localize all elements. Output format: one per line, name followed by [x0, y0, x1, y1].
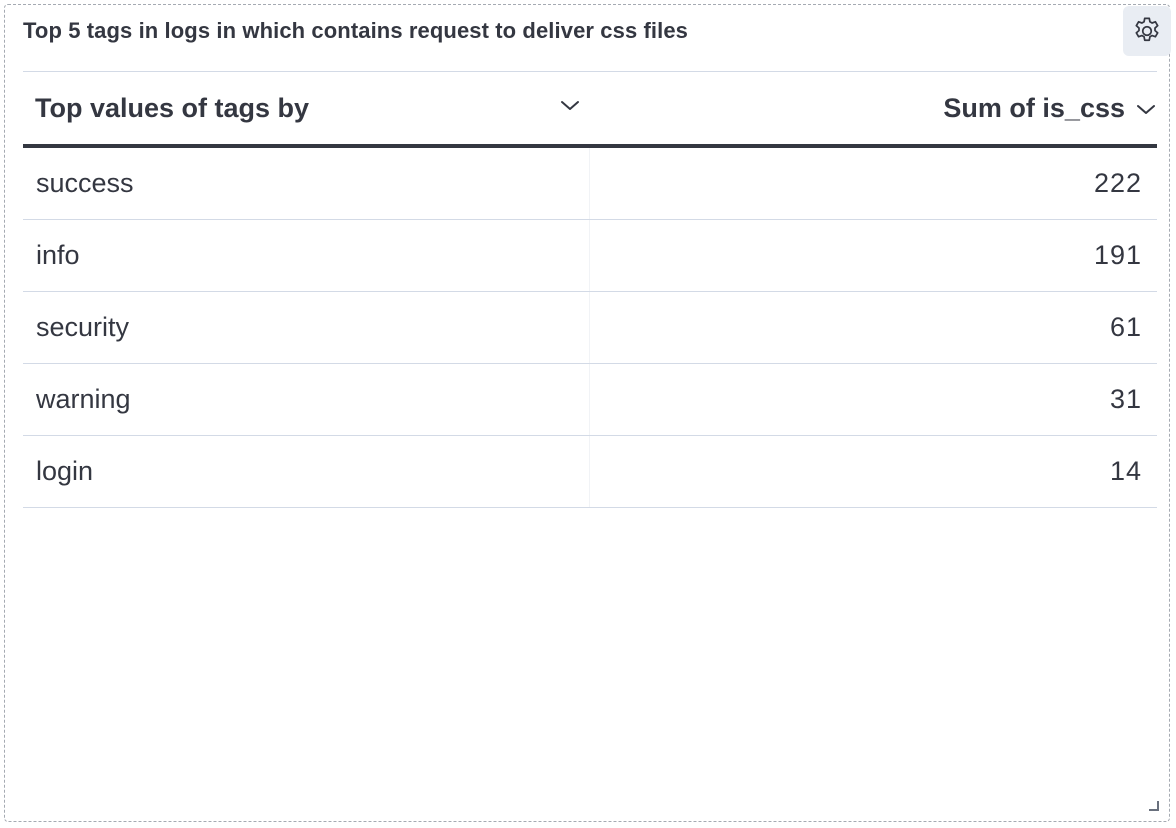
table-row: security 61 — [23, 292, 1157, 364]
column-header-sum-is-css[interactable]: Sum of is_css — [591, 72, 1157, 144]
data-table: Top values of tags by Sum of is_css succ… — [23, 71, 1157, 508]
panel-title: Top 5 tags in logs in which contains req… — [23, 18, 689, 43]
gear-icon — [1135, 17, 1159, 42]
sum-cell[interactable]: 14 — [1110, 436, 1142, 506]
sum-cell[interactable]: 222 — [1094, 148, 1142, 218]
column-divider — [589, 148, 590, 219]
column-divider — [589, 436, 590, 507]
column-divider — [589, 364, 590, 435]
table-row: success 222 — [23, 148, 1157, 220]
column-header-tags[interactable]: Top values of tags by — [35, 72, 581, 144]
sum-cell[interactable]: 61 — [1110, 292, 1142, 362]
chevron-down-icon[interactable] — [1135, 102, 1157, 116]
tag-cell[interactable]: success — [36, 148, 134, 218]
table-header-row: Top values of tags by Sum of is_css — [23, 72, 1157, 148]
chevron-down-icon[interactable] — [559, 98, 581, 112]
table-row: warning 31 — [23, 364, 1157, 436]
resize-handle-icon[interactable] — [1149, 801, 1159, 811]
column-header-label: Sum of is_css — [943, 92, 1125, 123]
panel-options-button[interactable] — [1123, 6, 1171, 56]
tag-cell[interactable]: warning — [36, 364, 131, 434]
sum-cell[interactable]: 31 — [1110, 364, 1142, 434]
column-divider — [589, 220, 590, 291]
table-row: login 14 — [23, 436, 1157, 508]
tag-cell[interactable]: info — [36, 220, 80, 290]
dashboard-panel: Top 5 tags in logs in which contains req… — [4, 4, 1171, 822]
column-divider — [589, 292, 590, 363]
tag-cell[interactable]: login — [36, 436, 93, 506]
sum-cell[interactable]: 191 — [1094, 220, 1142, 290]
table-row: info 191 — [23, 220, 1157, 292]
tag-cell[interactable]: security — [36, 292, 129, 362]
column-header-label: Top values of tags by — [35, 92, 310, 123]
